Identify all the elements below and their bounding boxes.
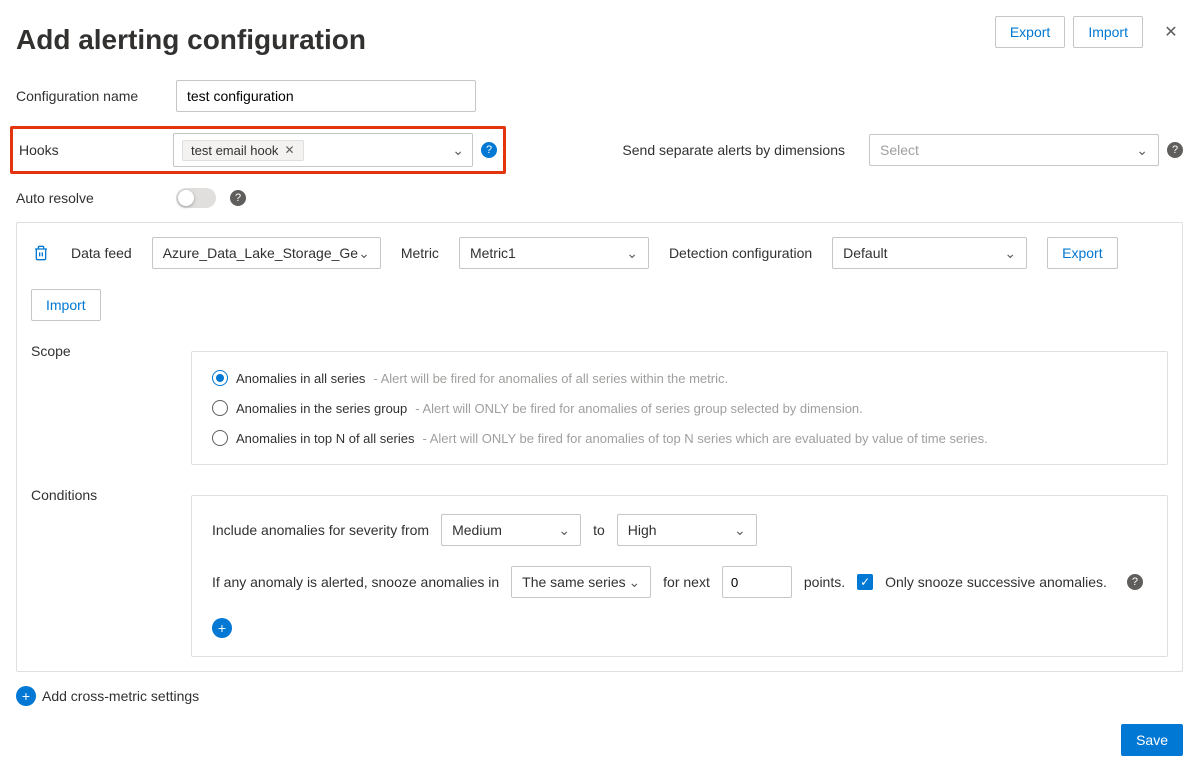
to-text: to bbox=[593, 522, 605, 538]
hooks-label: Hooks bbox=[19, 142, 173, 158]
data-feed-value: Azure_Data_Lake_Storage_Ge bbox=[163, 245, 358, 261]
metric-label: Metric bbox=[401, 245, 439, 261]
hooks-tag: test email hook ✕ bbox=[182, 140, 304, 161]
chevron-down-icon: ⌄ bbox=[734, 522, 746, 539]
hooks-tag-label: test email hook bbox=[191, 143, 278, 158]
metric-select[interactable]: Metric1 ⌄ bbox=[459, 237, 649, 269]
hooks-tag-remove-icon[interactable]: ✕ bbox=[284, 143, 294, 157]
hooks-select[interactable]: test email hook ✕ ⌄ bbox=[173, 133, 473, 167]
conditions-label: Conditions bbox=[31, 481, 191, 503]
auto-resolve-help-icon[interactable]: ? bbox=[230, 190, 246, 206]
severity-from-select[interactable]: Medium ⌄ bbox=[441, 514, 581, 546]
radio-icon bbox=[212, 430, 228, 446]
severity-to-select[interactable]: High ⌄ bbox=[617, 514, 757, 546]
plus-icon: + bbox=[16, 686, 36, 706]
successive-help-icon[interactable]: ? bbox=[1127, 574, 1143, 590]
chevron-down-icon: ⌄ bbox=[358, 245, 370, 262]
scope-option-all[interactable]: Anomalies in all series - Alert will be … bbox=[212, 370, 1147, 386]
add-cross-metric-button[interactable]: + Add cross-metric settings bbox=[16, 686, 1183, 706]
auto-resolve-toggle[interactable] bbox=[176, 188, 216, 208]
points-text: points. bbox=[804, 574, 845, 590]
cross-metric-label: Add cross-metric settings bbox=[42, 688, 199, 704]
save-button[interactable]: Save bbox=[1121, 724, 1183, 756]
chevron-down-icon: ⌄ bbox=[452, 142, 464, 159]
scope-label: Scope bbox=[31, 337, 191, 359]
add-condition-button[interactable]: + bbox=[212, 618, 232, 638]
detection-config-value: Default bbox=[843, 245, 887, 261]
page-title: Add alerting configuration bbox=[16, 24, 366, 56]
severity-to-value: High bbox=[628, 522, 657, 538]
delete-icon[interactable] bbox=[31, 243, 51, 263]
scope-option-hint: - Alert will ONLY be fired for anomalies… bbox=[422, 431, 987, 446]
snooze-count-input[interactable] bbox=[722, 566, 792, 598]
scope-option-title: Anomalies in top N of all series bbox=[236, 431, 414, 446]
metric-block: Data feed Azure_Data_Lake_Storage_Ge ⌄ M… bbox=[16, 222, 1183, 672]
chevron-down-icon: ⌄ bbox=[626, 245, 638, 262]
metric-value: Metric1 bbox=[470, 245, 516, 261]
auto-resolve-label: Auto resolve bbox=[16, 190, 176, 206]
scope-option-group[interactable]: Anomalies in the series group - Alert wi… bbox=[212, 400, 1147, 416]
dimensions-select[interactable]: Select ⌄ bbox=[869, 134, 1159, 166]
detection-config-select[interactable]: Default ⌄ bbox=[832, 237, 1027, 269]
successive-label: Only snooze successive anomalies. bbox=[885, 574, 1107, 590]
snooze-text-b: for next bbox=[663, 574, 710, 590]
chevron-down-icon: ⌄ bbox=[1004, 245, 1016, 262]
dimensions-select-text: Select bbox=[880, 142, 919, 158]
data-feed-label: Data feed bbox=[71, 245, 132, 261]
scope-option-title: Anomalies in all series bbox=[236, 371, 365, 386]
import-button[interactable]: Import bbox=[1073, 16, 1143, 48]
severity-text: Include anomalies for severity from bbox=[212, 522, 429, 538]
scope-option-hint: - Alert will be fired for anomalies of a… bbox=[373, 371, 728, 386]
dimensions-label: Send separate alerts by dimensions bbox=[622, 142, 845, 158]
severity-from-value: Medium bbox=[452, 522, 502, 538]
export-button[interactable]: Export bbox=[995, 16, 1065, 48]
chevron-down-icon: ⌄ bbox=[558, 522, 570, 539]
chevron-down-icon: ⌄ bbox=[628, 574, 640, 591]
data-feed-select[interactable]: Azure_Data_Lake_Storage_Ge ⌄ bbox=[152, 237, 381, 269]
hooks-highlight: Hooks test email hook ✕ ⌄ ? bbox=[10, 126, 506, 174]
config-name-input[interactable] bbox=[176, 80, 476, 112]
top-actions: Export Import ✕ bbox=[995, 16, 1183, 48]
close-icon[interactable]: ✕ bbox=[1159, 20, 1183, 44]
snooze-scope-select[interactable]: The same series ⌄ bbox=[511, 566, 651, 598]
radio-icon bbox=[212, 400, 228, 416]
snooze-scope-value: The same series bbox=[522, 574, 625, 590]
scope-option-topn[interactable]: Anomalies in top N of all series - Alert… bbox=[212, 430, 1147, 446]
successive-checkbox[interactable]: ✓ bbox=[857, 574, 873, 590]
config-name-label: Configuration name bbox=[16, 88, 176, 104]
metric-import-button[interactable]: Import bbox=[31, 289, 101, 321]
scope-panel: Anomalies in all series - Alert will be … bbox=[191, 351, 1168, 465]
metric-export-button[interactable]: Export bbox=[1047, 237, 1117, 269]
detection-config-label: Detection configuration bbox=[669, 245, 812, 261]
hooks-help-icon[interactable]: ? bbox=[481, 142, 497, 158]
conditions-panel: Include anomalies for severity from Medi… bbox=[191, 495, 1168, 657]
chevron-down-icon: ⌄ bbox=[1136, 142, 1148, 159]
scope-option-hint: - Alert will ONLY be fired for anomalies… bbox=[415, 401, 863, 416]
scope-option-title: Anomalies in the series group bbox=[236, 401, 407, 416]
radio-icon bbox=[212, 370, 228, 386]
dimensions-help-icon[interactable]: ? bbox=[1167, 142, 1183, 158]
snooze-text-a: If any anomaly is alerted, snooze anomal… bbox=[212, 574, 499, 590]
